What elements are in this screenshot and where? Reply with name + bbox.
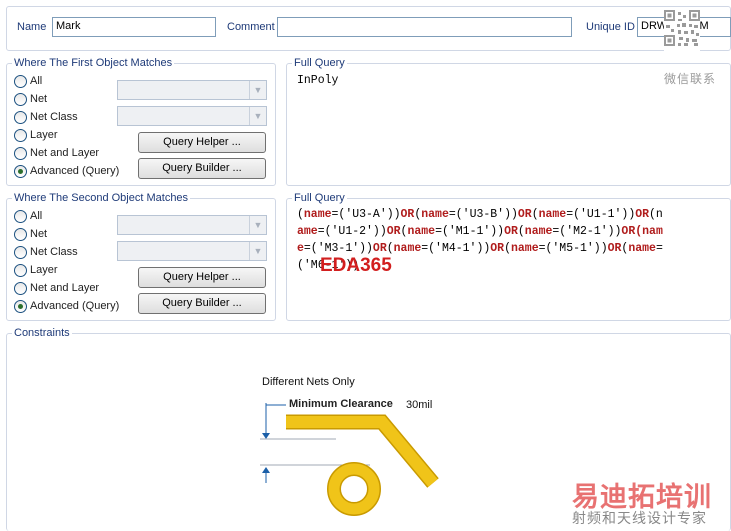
query-token: ( [531,208,539,221]
unique-id-label: Unique ID [586,21,635,33]
query-token: ( [517,225,525,238]
query-keyword: OR [490,242,505,255]
radio-icon [14,263,27,277]
second-net-combo[interactable]: ▼ [117,215,267,235]
first-net-class-combo[interactable]: ▼ [117,106,267,126]
chevron-down-icon: ▼ [249,107,266,125]
second-full-query-title: Full Query [292,191,347,205]
second-radio-advanced[interactable]: Advanced (Query) [14,298,119,314]
second-radio-net-class[interactable]: Net Class [14,244,78,260]
query-token: =('U1-2')) [317,225,387,238]
radio-checked-icon [14,299,27,313]
query-keyword: ame [297,225,318,238]
first-radio-net-and-layer[interactable]: Net and Layer [14,145,99,161]
query-line: (name=('U3-A'))OR(name=('U3-B'))OR(name=… [297,206,663,223]
query-token: =('U3-A')) [331,208,401,221]
query-keyword: name [510,242,539,255]
constraints-title: Constraints [12,326,72,340]
second-radio-all[interactable]: All [14,208,42,224]
query-token: =('M5-1')) [538,242,608,255]
query-token: ( [504,242,511,255]
radio-checked-icon [14,164,27,178]
first-full-query-panel: Full Query [286,56,731,186]
query-token: ( [297,208,304,221]
first-net-combo[interactable]: ▼ [117,80,267,100]
query-token: =('M3-1')) [303,242,373,255]
name-field[interactable]: Mark [52,17,216,37]
arrow-down-icon [262,433,270,439]
query-keyword: OR [621,225,636,238]
radio-icon [14,74,27,88]
query-keyword: e [297,242,304,255]
different-nets-label: Different Nets Only [262,376,355,388]
radio-icon [14,281,27,295]
radio-icon [14,128,27,142]
query-keyword: name [303,208,332,221]
query-keyword: OR [386,225,401,238]
query-token: =('U1-1')) [566,208,636,221]
first-full-query-title: Full Query [292,56,347,70]
query-token: =('M2-1')) [552,225,622,238]
second-object-group-title: Where The Second Object Matches [12,191,191,205]
radio-icon [14,92,27,106]
first-object-group-title: Where The First Object Matches [12,56,175,70]
clearance-diagram [260,403,439,516]
query-keyword: OR [372,242,387,255]
query-keyword: OR [607,242,622,255]
query-token: = [655,242,663,255]
query-keyword: name [538,208,567,221]
chevron-down-icon: ▼ [249,216,266,234]
query-keyword: name [421,208,449,221]
arrow-up-icon [262,467,270,473]
query-keyword: OR [517,208,532,221]
query-token: =('U3-B')) [448,208,518,221]
second-radio-net[interactable]: Net [14,226,47,242]
query-keyword: OR [635,208,650,221]
radio-icon [14,110,27,124]
second-query-builder-button[interactable]: Query Builder ... [138,293,266,314]
second-radio-layer[interactable]: Layer [14,262,58,278]
query-keyword: OR [400,208,415,221]
radio-icon [14,245,27,259]
first-query-helper-button[interactable]: Query Helper ... [138,132,266,153]
query-token: ( [386,242,394,255]
second-query-helper-button[interactable]: Query Helper ... [138,267,266,288]
second-radio-net-and-layer[interactable]: Net and Layer [14,280,99,296]
first-radio-layer[interactable]: Layer [14,127,58,143]
query-token: (n [649,208,663,221]
qr-code-icon [664,10,700,66]
query-token: =('M1-1')) [435,225,505,238]
chevron-down-icon: ▼ [249,242,266,260]
first-radio-advanced[interactable]: Advanced (Query) [14,163,119,179]
query-keyword: name [524,225,553,238]
radio-icon [14,227,27,241]
query-line: ame=('U1-2'))OR(name=('M1-1'))OR(name=('… [297,223,663,240]
name-label: Name [17,21,47,33]
comment-field[interactable] [277,17,572,37]
first-radio-net-class[interactable]: Net Class [14,109,78,125]
query-keyword: (nam [635,225,663,238]
radio-icon [14,146,27,160]
query-keyword: name [407,225,436,238]
first-radio-net[interactable]: Net [14,91,47,107]
first-query-builder-button[interactable]: Query Builder ... [138,158,266,179]
first-radio-all[interactable]: All [14,73,42,89]
query-keyword: OR [504,225,518,238]
query-keyword: name [628,242,656,255]
query-token: =('M4-1')) [421,242,491,255]
first-full-query-text[interactable]: InPoly [297,72,338,89]
comment-label: Comment [227,21,275,33]
second-net-class-combo[interactable]: ▼ [117,241,267,261]
query-keyword: name [393,242,422,255]
brand-subtitle-watermark: 射频和天线设计专家 [572,510,707,526]
chevron-down-icon: ▼ [249,81,266,99]
eda365-watermark: EDA365 [320,255,392,276]
radio-icon [14,209,27,223]
